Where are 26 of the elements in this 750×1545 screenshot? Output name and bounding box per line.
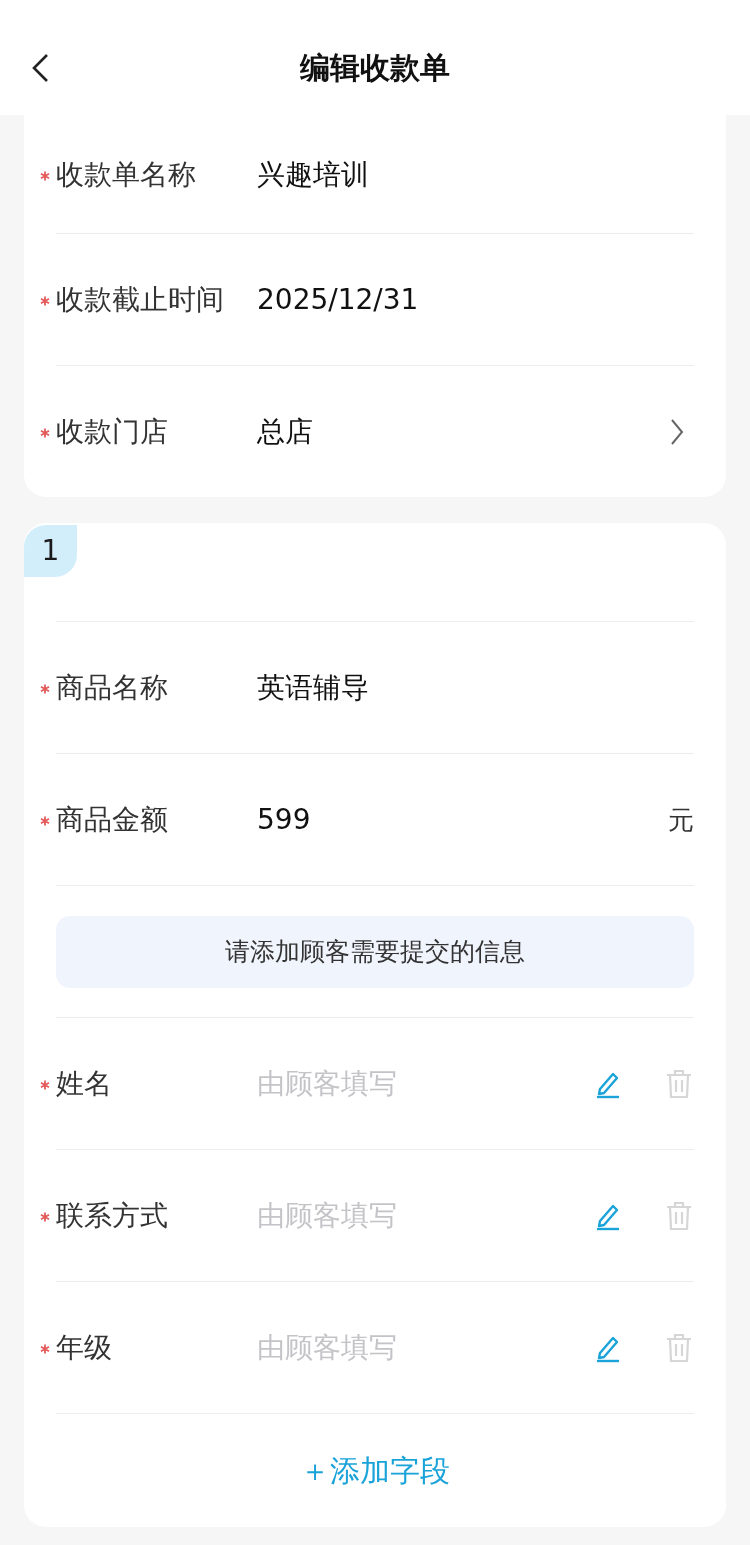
item-number-badge: 1	[24, 525, 77, 577]
field-label: 收款门店	[56, 413, 168, 450]
field-label: 收款截止时间	[56, 282, 224, 318]
input-field[interactable]: 由顾客填写	[257, 1327, 592, 1369]
field-value: 总店	[257, 413, 314, 450]
notice-banner: 请添加顾客需要提交的信息	[56, 916, 694, 988]
input-field[interactable]: 由顾客填写	[257, 1195, 592, 1237]
field-label: 商品名称	[56, 670, 168, 706]
back-icon	[30, 53, 50, 83]
field-value: 599	[257, 802, 312, 838]
chevron-right-icon[interactable]	[670, 417, 684, 446]
page-title: 编辑收款单	[300, 49, 450, 87]
trash-icon	[665, 1201, 693, 1231]
trash-icon	[665, 1069, 693, 1099]
field-value: 2025/12/31	[257, 282, 420, 318]
add-field-button[interactable]: ＋添加字段	[300, 1448, 450, 1493]
field-label: 联系方式	[56, 1198, 168, 1234]
field-value: 兴趣培训	[257, 156, 370, 193]
field-label: 商品金额	[56, 802, 168, 838]
field-label: 姓名	[56, 1066, 112, 1102]
input-field[interactable]: 由顾客填写	[257, 1063, 592, 1105]
field-label: 年级	[56, 1330, 112, 1366]
field-label: 收款单名称	[56, 156, 196, 193]
field-value: 英语辅导	[257, 670, 370, 706]
unit-label: 元	[668, 803, 694, 837]
trash-icon	[665, 1333, 693, 1363]
